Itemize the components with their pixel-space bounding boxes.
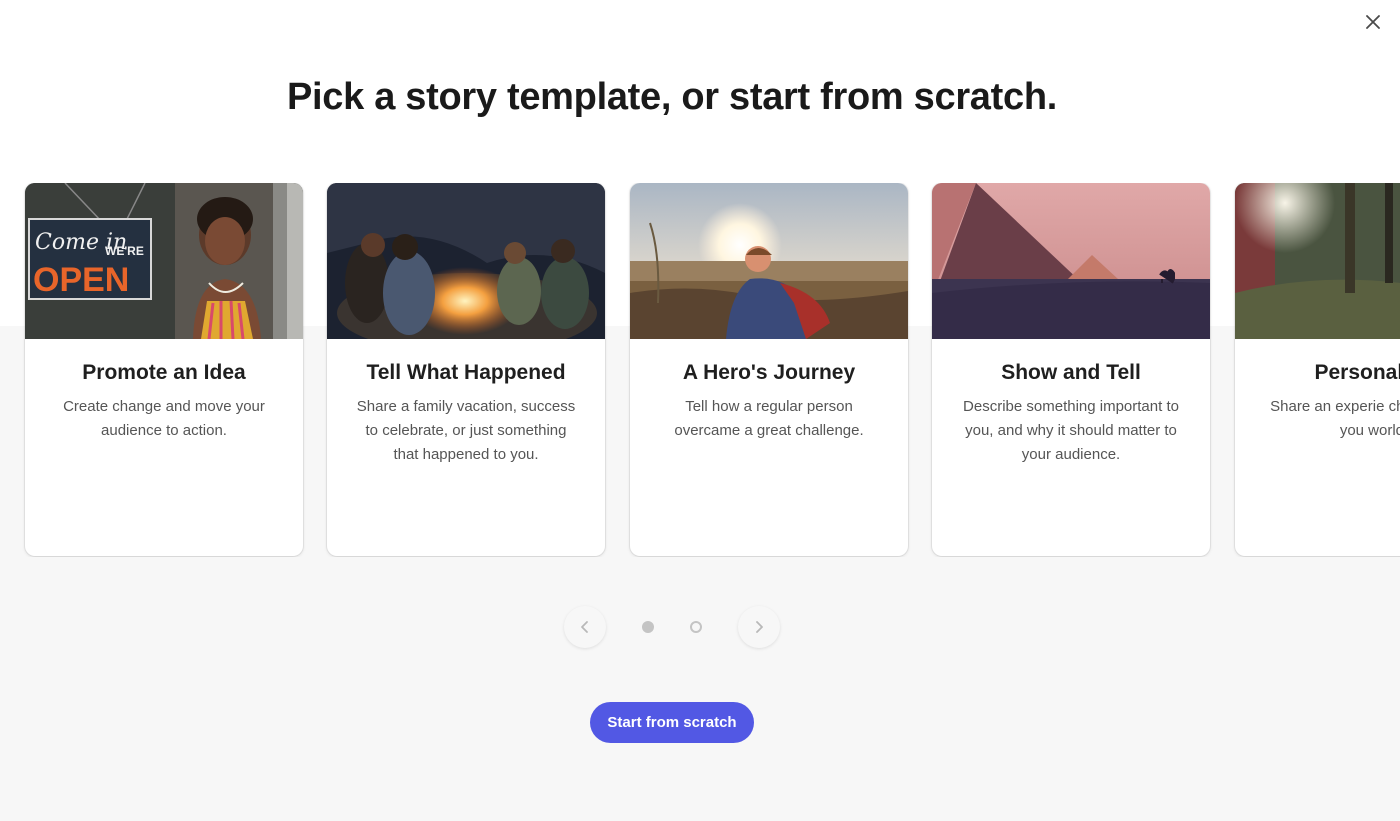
card-title: A Hero's Journey (682, 361, 856, 384)
template-picker-dialog: Pick a story template, or start from scr… (0, 0, 1400, 821)
card-title: Promote an Idea (82, 361, 246, 384)
close-icon (1366, 15, 1380, 29)
next-button[interactable] (738, 606, 780, 648)
card-title: Show and Tell (1001, 361, 1141, 384)
card-description: Describe something important to you, and… (963, 398, 1179, 463)
page-dot-2[interactable] (690, 621, 702, 633)
template-card-promote-an-idea[interactable]: Come in WE'RE OPEN Promote an Idea Creat… (25, 183, 303, 556)
start-from-scratch-button[interactable]: Start from scratch (590, 702, 754, 743)
open-sign-storefront-photo: Come in WE'RE OPEN (25, 183, 303, 339)
chevron-left-icon (581, 621, 588, 633)
forest-walk-photo (1235, 183, 1400, 339)
card-description: Share an experie changed how you world. (1270, 398, 1400, 439)
card-description: Tell how a regular person overcame a gre… (674, 398, 864, 439)
template-card-show-and-tell[interactable]: Show and Tell Describe something importa… (932, 183, 1210, 556)
template-card-a-heros-journey[interactable]: A Hero's Journey Tell how a regular pers… (630, 183, 908, 556)
page-dot-1[interactable] (642, 621, 654, 633)
template-card-tell-what-happened[interactable]: Tell What Happened Share a family vacati… (327, 183, 605, 556)
card-description: Share a family vacation, success to cele… (356, 398, 576, 463)
campfire-night-photo (327, 183, 605, 339)
svg-text:WE'RE: WE'RE (105, 244, 144, 258)
template-carousel: Come in WE'RE OPEN Promote an Idea Creat… (0, 183, 1400, 557)
template-card-personal-growth[interactable]: Personal Gr Share an experie changed how… (1235, 183, 1400, 556)
card-title: Personal Gr (1314, 361, 1400, 384)
svg-text:OPEN: OPEN (33, 261, 129, 299)
card-title: Tell What Happened (366, 361, 566, 384)
card-description: Create change and move your audience to … (63, 398, 265, 439)
chevron-right-icon (756, 621, 763, 633)
page-title: Pick a story template, or start from scr… (286, 76, 1057, 118)
close-button[interactable] (1359, 8, 1387, 36)
child-in-cape-wheat-field-photo (630, 183, 908, 339)
previous-button[interactable] (564, 606, 606, 648)
pyramids-sunset-photo (932, 183, 1210, 339)
carousel-pager (0, 606, 1344, 648)
